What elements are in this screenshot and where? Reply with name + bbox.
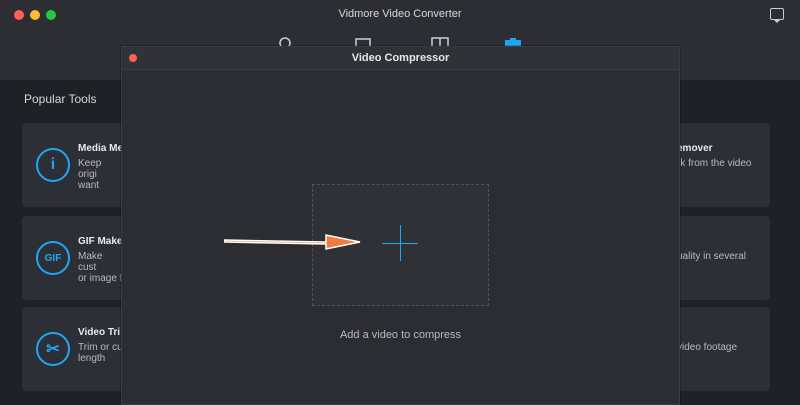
card-desc: Trim or cu length [78, 342, 123, 364]
card-right-desc: uality in several [677, 251, 746, 262]
card-desc: Make cust or image f [78, 251, 122, 284]
card-title: Media Me [78, 143, 124, 154]
gif-icon: GIF [36, 241, 70, 275]
card-title: Video Tri [78, 327, 121, 338]
dialog-header: Video Compressor [122, 47, 679, 70]
card-right-desc: rk from the video [677, 158, 752, 169]
plus-icon [382, 243, 418, 244]
info-icon: i [36, 148, 70, 182]
video-compressor-dialog: Video Compressor Add a video to compress [121, 46, 680, 405]
card-desc: Keep origi want [78, 158, 102, 191]
dialog-title: Video Compressor [351, 52, 450, 64]
card-right-desc: video footage [677, 342, 738, 353]
window-titlebar: Vidmore Video Converter [0, 0, 800, 30]
scissors-icon: ✂ [36, 332, 70, 366]
annotation-arrow-icon [224, 234, 361, 250]
section-title: Popular Tools [24, 92, 97, 106]
card-title: GIF Make [78, 236, 123, 247]
add-video-caption: Add a video to compress [339, 329, 462, 341]
card-right-title: emover [677, 143, 713, 154]
chat-icon[interactable] [770, 8, 784, 23]
app-title: Vidmore Video Converter [338, 8, 462, 20]
